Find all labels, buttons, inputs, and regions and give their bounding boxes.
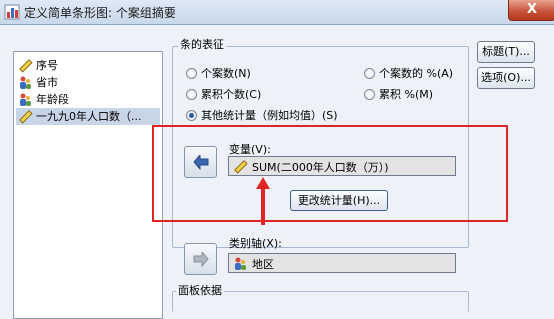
radio-dot (364, 89, 375, 100)
category-axis-value: 地区 (252, 258, 274, 271)
title-bar: 定义简单条形图: 个案组摘要 X (0, 0, 554, 25)
panel-by-title: 面板依据 (176, 284, 224, 298)
annotation-highlight-box (152, 125, 508, 222)
bars-represent-title: 条的表征 (178, 38, 226, 52)
annotation-up-arrow (256, 177, 270, 225)
dialog-body: 序号 省市 年龄段 一九九0年人口数（... 条的表征 个案数(N) 个案数的 … (0, 25, 554, 319)
category-axis-label: 类别轴(X): (229, 237, 282, 250)
scale-ruler-icon (19, 110, 33, 124)
window-title: 定义简单条形图: 个案组摘要 (24, 6, 176, 20)
scale-ruler-icon (19, 59, 33, 73)
titles-button[interactable]: 标题(T)... (477, 41, 535, 63)
variable-item-serial[interactable]: 序号 (16, 57, 160, 74)
bar-chart-app-icon (4, 4, 20, 20)
variable-item-age-group[interactable]: 年龄段 (16, 91, 160, 108)
radio-dot (364, 68, 375, 79)
variable-list[interactable]: 序号 省市 年龄段 一九九0年人口数（... (13, 51, 163, 319)
radio-dot (186, 68, 197, 79)
options-button[interactable]: 选项(O)... (477, 67, 535, 89)
variable-item-population-1990[interactable]: 一九九0年人口数（... (16, 108, 160, 125)
variable-item-province[interactable]: 省市 (16, 74, 160, 91)
nominal-person-icon (20, 76, 31, 89)
category-axis-field[interactable]: 地区 (228, 253, 456, 273)
nominal-person-icon (20, 93, 31, 106)
arrow-right-icon (193, 252, 209, 267)
move-to-category-axis-button[interactable] (184, 243, 217, 275)
nominal-person-icon (235, 257, 246, 270)
close-button[interactable]: X (508, 0, 554, 21)
radio-dot-selected (186, 110, 197, 121)
radio-dot (186, 89, 197, 100)
